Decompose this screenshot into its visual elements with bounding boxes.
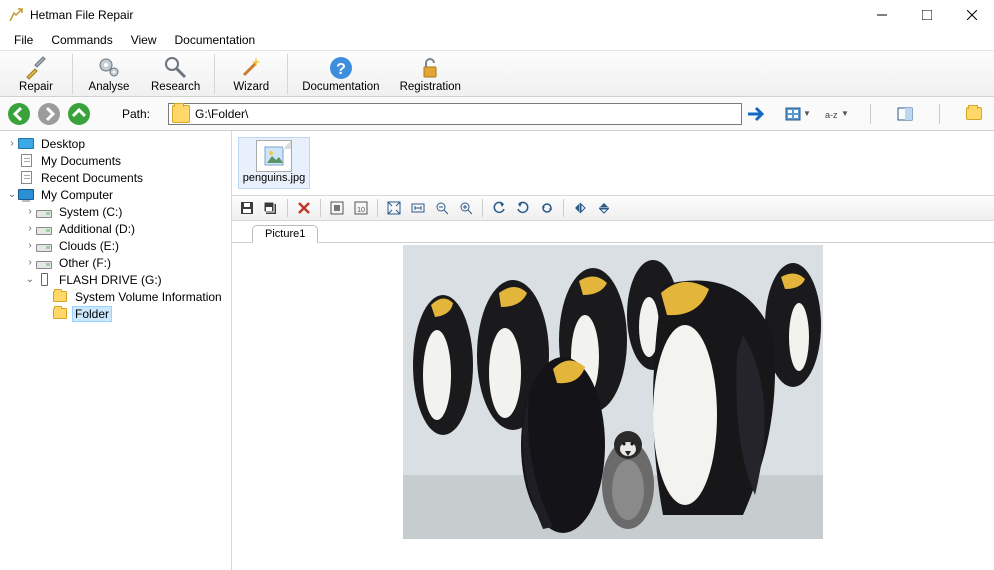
back-button[interactable] [6, 101, 32, 127]
save-all-icon[interactable] [260, 198, 282, 218]
toolbar-analyse[interactable]: Analyse [77, 53, 141, 95]
close-button[interactable] [949, 0, 994, 30]
preview-tabs: Picture1 [232, 221, 994, 243]
image-preview [232, 243, 994, 570]
file-name: penguins.jpg [243, 172, 305, 184]
path-label: Path: [122, 107, 150, 121]
tree-mycomputer[interactable]: ⌄My Computer [0, 186, 231, 203]
toolbar-wizard-label: Wizard [233, 81, 269, 93]
menu-commands[interactable]: Commands [43, 31, 120, 49]
fullscreen-icon[interactable] [383, 198, 405, 218]
toolbar-research-label: Research [151, 81, 200, 93]
penguins-photo [403, 245, 823, 539]
window-title: Hetman File Repair [30, 8, 859, 22]
toolbar-separator [287, 54, 288, 94]
title-bar: Hetman File Repair [0, 0, 994, 30]
folder-icon [53, 308, 67, 319]
forward-button[interactable] [36, 101, 62, 127]
tree-drive-g[interactable]: ⌄FLASH DRIVE (G:) [0, 271, 231, 288]
rotate-right-icon[interactable] [512, 198, 534, 218]
actual-size-icon[interactable] [326, 198, 348, 218]
nav-separator [939, 104, 940, 124]
tree-drive-e[interactable]: ›Clouds (E:) [0, 237, 231, 254]
path-input[interactable] [168, 103, 742, 125]
up-button[interactable] [66, 101, 92, 127]
folder-icon [53, 291, 67, 302]
toolbar-research[interactable]: Research [141, 53, 210, 95]
rotate-left-icon[interactable] [488, 198, 510, 218]
flip-vertical-icon[interactable] [593, 198, 615, 218]
document-icon [21, 171, 32, 184]
flip-horizontal-icon[interactable] [569, 198, 591, 218]
magnifier-wrench-icon [163, 55, 189, 81]
toolbar-documentation[interactable]: ? Documentation [292, 53, 389, 95]
wrench-screwdriver-icon [23, 55, 49, 81]
zoom-in-icon[interactable] [455, 198, 477, 218]
toolbar-separator [72, 54, 73, 94]
svg-text:10: 10 [357, 207, 365, 214]
menu-view[interactable]: View [123, 31, 165, 49]
sort-button[interactable]: a-z▼ [822, 103, 850, 125]
menu-documentation[interactable]: Documentation [167, 31, 264, 49]
menu-bar: File Commands View Documentation [0, 30, 994, 50]
tree-mydocuments[interactable]: My Documents [0, 152, 231, 169]
menu-file[interactable]: File [6, 31, 41, 49]
delete-icon[interactable] [293, 198, 315, 218]
wand-icon [238, 55, 264, 81]
rotate-180-icon[interactable] [536, 198, 558, 218]
toolbar-repair-label: Repair [19, 81, 53, 93]
toolbar: Repair Analyse Research Wizard ? Documen… [0, 50, 994, 97]
preview-tab[interactable]: Picture1 [252, 225, 318, 243]
minimize-button[interactable] [859, 0, 904, 30]
file-item[interactable]: penguins.jpg [238, 137, 310, 189]
folder-icon [172, 105, 190, 123]
path-bar: Path: ▼ a-z▼ [0, 97, 994, 131]
toolbar-registration[interactable]: Registration [390, 53, 471, 95]
drive-icon [36, 210, 52, 218]
toolbar-registration-label: Registration [400, 81, 461, 93]
folder-up-button[interactable] [960, 103, 988, 125]
usb-drive-icon [41, 273, 48, 286]
preview-toolbar: 10 [232, 195, 994, 221]
app-icon [8, 7, 24, 23]
fit-window-icon[interactable] [407, 198, 429, 218]
view-mode-button[interactable]: ▼ [784, 103, 812, 125]
maximize-button[interactable] [904, 0, 949, 30]
folder-tree[interactable]: ›Desktop My Documents Recent Documents ⌄… [0, 131, 232, 570]
gears-icon [96, 55, 122, 81]
svg-text:a-z: a-z [825, 110, 838, 120]
fit-icon[interactable]: 10 [350, 198, 372, 218]
nav-separator [870, 104, 871, 124]
svg-text:?: ? [336, 61, 346, 78]
tree-desktop[interactable]: ›Desktop [0, 135, 231, 152]
toolbar-documentation-label: Documentation [302, 81, 379, 93]
tree-recent[interactable]: Recent Documents [0, 169, 231, 186]
tree-sysvolinfo[interactable]: System Volume Information [0, 288, 231, 305]
toolbar-separator [214, 54, 215, 94]
document-icon [21, 154, 32, 167]
drive-icon [36, 244, 52, 252]
drive-icon [36, 227, 52, 235]
padlock-icon [417, 55, 443, 81]
preview-panel-button[interactable] [891, 103, 919, 125]
tree-drive-f[interactable]: ›Other (F:) [0, 254, 231, 271]
image-file-icon [256, 140, 292, 172]
go-button[interactable] [746, 103, 768, 125]
zoom-out-icon[interactable] [431, 198, 453, 218]
drive-icon [36, 261, 52, 269]
toolbar-analyse-label: Analyse [89, 81, 130, 93]
help-icon: ? [328, 55, 354, 81]
tree-drive-c[interactable]: ›System (C:) [0, 203, 231, 220]
toolbar-repair[interactable]: Repair [4, 53, 68, 95]
file-list[interactable]: penguins.jpg [232, 131, 994, 195]
save-icon[interactable] [236, 198, 258, 218]
tree-drive-d[interactable]: ›Additional (D:) [0, 220, 231, 237]
desktop-icon [18, 138, 34, 149]
toolbar-wizard[interactable]: Wizard [219, 53, 283, 95]
computer-icon [18, 189, 34, 200]
tree-folder[interactable]: Folder [0, 305, 231, 322]
